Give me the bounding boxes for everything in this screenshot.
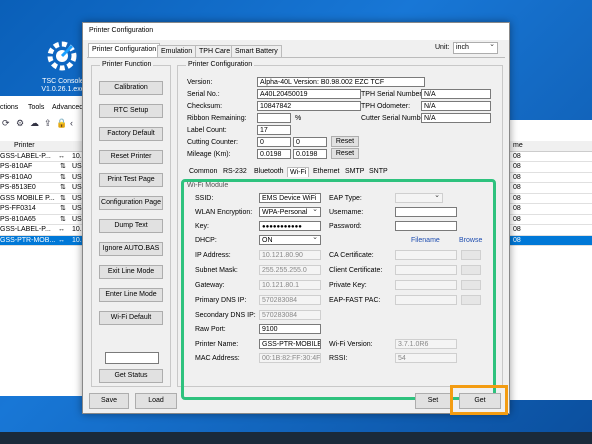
table-cell: 08: [509, 194, 592, 204]
table-row[interactable]: PS-810A65 ⇅ US: [0, 215, 88, 225]
menu-item[interactable]: Tools: [28, 104, 44, 111]
dialog-titlebar: Printer Configuration: [83, 23, 509, 40]
group-title: Printer Function: [100, 61, 154, 68]
unit-label: Unit:: [435, 44, 450, 51]
reset-mileage-button[interactable]: Reset: [331, 148, 359, 159]
gear-icon[interactable]: ⚙: [16, 118, 24, 129]
table-row[interactable]: PS-810A0 ⇅ US: [0, 173, 88, 183]
printer-configuration-dialog: Printer Configuration Printer Configurat…: [82, 22, 510, 415]
cutting-counter-field: 0: [257, 137, 291, 147]
factory-default-button[interactable]: Factory Default: [99, 127, 163, 141]
lock-icon[interactable]: 🔒: [56, 118, 67, 129]
get-button-highlight: [450, 385, 508, 415]
table-row[interactable]: PS-8513E0 ⇅ US: [0, 183, 88, 194]
exit-line-mode-button[interactable]: Exit Line Mode: [99, 265, 163, 279]
mileage-label: Mileage (Km):: [187, 151, 231, 158]
tab-printer-configuration[interactable]: Printer Configuration: [88, 43, 161, 57]
tph-serial-label: TPH Serial Number:: [361, 91, 424, 98]
cutting-counter-field-2: 0: [293, 137, 327, 147]
table-row[interactable]: PS-FF0314 ⇅ US: [0, 204, 88, 215]
background-menu-bar: ctions Tools Advanced: [0, 104, 88, 116]
tab-tph-care[interactable]: TPH Care: [195, 45, 235, 57]
table-row[interactable]: GSS MOBILE P... ⇅ US: [0, 194, 88, 204]
enter-line-mode-button[interactable]: Enter Line Mode: [99, 288, 163, 302]
dump-text-button[interactable]: Dump Text: [99, 219, 163, 233]
ribbon-unit: %: [295, 115, 302, 122]
group-title: Printer Configuration: [186, 61, 255, 68]
table-header: Printer: [0, 141, 88, 152]
tph-serial-field: N/A: [421, 89, 491, 99]
menu-item[interactable]: Advanced: [52, 104, 83, 111]
printer-list: Printer GSS-LABEL-P... ↔ 10. PS-810AF ⇅ US P…: [0, 141, 88, 246]
table-row[interactable]: GSS-LABEL-P... ↔ 10.: [0, 225, 88, 236]
tab-emulation[interactable]: Emulation: [157, 45, 197, 57]
subtab-common[interactable]: Common: [187, 167, 219, 176]
subtab-rs232[interactable]: RS-232: [221, 167, 249, 176]
table-row[interactable]: GSS-LABEL-P... ↔ 10.: [0, 152, 88, 162]
get-status-button[interactable]: Get Status: [99, 369, 163, 383]
set-button[interactable]: Set: [415, 393, 451, 409]
wifi-module-highlight: [181, 179, 496, 400]
save-button[interactable]: Save: [89, 393, 129, 409]
subtab-ethernet[interactable]: Ethernet: [311, 167, 341, 176]
ribbon-remaining-label: Ribbon Remaining:: [187, 115, 247, 122]
taskbar: [0, 432, 592, 444]
serial-label: Serial No.:: [187, 91, 220, 98]
table-cell: 08: [509, 215, 592, 225]
table-cell: 08: [509, 225, 592, 236]
table-cell-selected: 08: [509, 235, 592, 246]
reset-printer-button[interactable]: Reset Printer: [99, 150, 163, 164]
cutting-counter-label: Cutting Counter:: [187, 139, 238, 146]
subtab-sntp[interactable]: SNTP: [367, 167, 390, 176]
checksum-field: 10847842: [257, 101, 361, 111]
tsc-console-icon[interactable]: [42, 36, 82, 76]
table-cell: 08: [509, 173, 592, 183]
tph-odometer-label: TPH Odometer:: [361, 103, 411, 110]
table-cell: 08: [509, 152, 592, 162]
reset-cutting-counter-button[interactable]: Reset: [331, 136, 359, 147]
subtab-bluetooth[interactable]: Bluetooth: [252, 167, 286, 176]
back-icon[interactable]: ‹: [70, 118, 73, 128]
mileage-field: 0.0198: [257, 149, 291, 159]
tph-odometer-field: N/A: [421, 101, 491, 111]
table-cell: 08: [509, 162, 592, 173]
table-header: me: [509, 141, 592, 152]
table-cell: 08: [509, 183, 592, 194]
status-field: [105, 352, 159, 364]
background-toolbar: ⟳ ⚙ ☁ ⇪ 🔒 ‹: [0, 118, 88, 132]
tab-smart-battery[interactable]: Smart Battery: [231, 45, 282, 57]
cloud-icon[interactable]: ☁: [30, 118, 39, 129]
load-button[interactable]: Load: [135, 393, 177, 409]
label-count-label: Label Count:: [187, 127, 227, 134]
cutter-serial-field: N/A: [421, 113, 491, 123]
subtab-wifi[interactable]: Wi-Fi: [287, 167, 310, 177]
table-cell: 08: [509, 204, 592, 215]
mileage-field-2: 0.0198: [293, 149, 327, 159]
checksum-label: Checksum:: [187, 103, 223, 110]
calibration-button[interactable]: Calibration: [99, 81, 163, 95]
subtab-smtp[interactable]: SMTP: [343, 167, 366, 176]
label-count-field: 17: [257, 125, 291, 135]
serial-field: A40L20450019: [257, 89, 361, 99]
wifi-default-button[interactable]: Wi-Fi Default: [99, 311, 163, 325]
version-label: Version:: [187, 79, 213, 86]
tab-divider: [87, 57, 505, 58]
rtc-setup-button[interactable]: RTC Setup: [99, 104, 163, 118]
table-row-selected[interactable]: GSS-PTR-MOB... ↔ 10.: [0, 235, 88, 246]
version-field: Alpha-40L Version: B0.98.002 EZC TCF: [257, 77, 425, 87]
print-test-page-button[interactable]: Print Test Page: [99, 173, 163, 187]
unit-select[interactable]: inch: [453, 42, 498, 54]
dialog-title: Printer Configuration: [89, 27, 154, 34]
table-row[interactable]: PS-810AF ⇅ US: [0, 162, 88, 173]
ribbon-remaining-field: [257, 113, 291, 123]
menu-item[interactable]: ctions: [0, 104, 18, 111]
cutter-serial-label: Cutter Serial Number:: [361, 115, 429, 122]
upload-icon[interactable]: ⇪: [44, 118, 52, 129]
ignore-autobas-button[interactable]: Ignore AUTO.BAS: [99, 242, 163, 256]
refresh-icon[interactable]: ⟳: [2, 118, 10, 129]
configuration-page-button[interactable]: Configuration Page: [99, 196, 163, 210]
background-right-column: me 08 08 08 08 08 08 08 08 08: [508, 120, 592, 400]
